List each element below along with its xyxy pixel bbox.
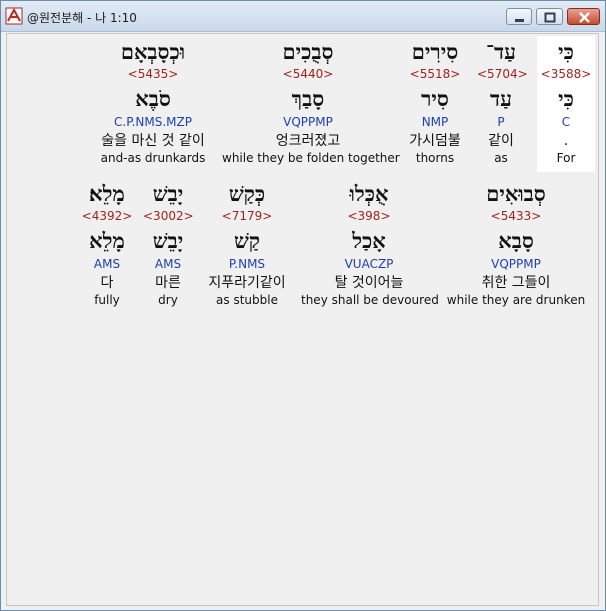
lemma: סָבַךְ (291, 86, 325, 111)
strong-number[interactable]: <5518> (400, 67, 470, 81)
english-gloss: while they be folden together (222, 151, 400, 165)
english-gloss: fully (94, 293, 120, 307)
korean-gloss: 마른 (155, 275, 181, 291)
morphology: NMP (421, 115, 449, 129)
word-male[interactable]: מָלֵא׃ <4392> מָלֵא AMS 다 fully (79, 176, 135, 312)
korean-gloss: 술을 마신 것 같이 (101, 133, 205, 149)
lemma: יָבֵשׁ (152, 228, 184, 253)
lemma: כִּי (558, 86, 574, 111)
english-gloss: as stubble (216, 293, 278, 307)
word-ad[interactable]: עַד־ <5704> עַד P 같이 as (477, 34, 528, 170)
korean-gloss: . (563, 133, 569, 149)
english-gloss: For (556, 151, 576, 165)
hebrew-word: סְבֻכִים (282, 39, 334, 64)
english-gloss: they shall be devoured (301, 293, 439, 307)
korean-gloss: 취한 그들이 (481, 275, 551, 291)
strong-number[interactable]: <3588> (537, 67, 595, 81)
morphology: C (561, 115, 571, 129)
english-gloss: dry (158, 293, 178, 307)
morphology: AMS (154, 257, 182, 271)
strong-number[interactable]: <5440> (222, 67, 394, 81)
morphology: VQPPMP (491, 257, 541, 271)
maximize-button[interactable] (536, 8, 563, 25)
word-ukkelu[interactable]: אֻכְּלוּ <398> אָכַל VUACZP 탈 것이어늘 they … (301, 176, 439, 312)
word-kiy[interactable]: כִּי <3588> כִּי C . For (537, 34, 595, 170)
close-icon (579, 12, 590, 23)
korean-gloss: 같이 (488, 133, 514, 149)
word-sirim[interactable]: סִירִים <5518> סִיר NMP 가시덤불 thorns (400, 34, 470, 170)
hebrew-word: סִירִים (411, 39, 459, 64)
title-bar[interactable]: @원전분해 - 나 1:10 (1, 1, 605, 32)
hebrew-word: יָבֵשׁ (152, 181, 184, 206)
english-gloss: as (494, 151, 508, 165)
hebrew-word: מָלֵא׃ (89, 181, 125, 206)
hebrew-word: כִּי (558, 39, 574, 64)
close-button[interactable] (567, 8, 600, 25)
lemma: אָכַל (352, 228, 386, 253)
morphology: VQPPMP (283, 115, 333, 129)
morphology: P.NMS (228, 257, 266, 271)
english-gloss: while they are drunken (446, 293, 586, 307)
word-keqash[interactable]: כְּקַשׁ <7179> קַשׁ P.NMS 지푸라기같이 as stub… (199, 176, 295, 312)
korean-gloss: 가시덤불 (409, 133, 461, 149)
word-sevuim[interactable]: סְבוּאִים <5433> סָבָא VQPPMP 취한 그들이 whi… (443, 176, 589, 312)
lemma: מָלֵא (89, 228, 125, 253)
app-icon (5, 7, 23, 25)
strong-number[interactable]: <7179> (199, 209, 295, 223)
strong-number[interactable]: <5435> (90, 67, 216, 81)
minimize-button[interactable] (506, 8, 532, 25)
lemma: עַד (490, 86, 512, 111)
word-yavesh[interactable]: יָבֵשׁ <3002> יָבֵשׁ AMS 마른 dry (143, 176, 194, 312)
analysis-panel: כִּי <3588> כִּי C . For עַד־ <5704> עַד… (6, 33, 599, 606)
hebrew-word: עַד־ (485, 39, 517, 64)
lemma: סֹבֶא (135, 86, 171, 111)
korean-gloss: 지푸라기같이 (208, 275, 286, 291)
maximize-icon (544, 12, 556, 23)
morphology: VUACZP (344, 257, 394, 271)
english-gloss: and-as drunkards (100, 151, 206, 165)
minimize-icon (515, 19, 524, 22)
korean-gloss: 탈 것이어늘 (334, 275, 404, 291)
lemma: קַשׁ (233, 228, 261, 253)
english-gloss: thorns (415, 151, 455, 165)
lemma: סָבָא (498, 228, 534, 253)
morphology: C.P.NMS.MZP (114, 115, 192, 129)
korean-gloss: 다 (100, 275, 114, 291)
strong-number[interactable]: <5433> (443, 209, 589, 223)
hebrew-word: סְבוּאִים (486, 181, 546, 206)
strong-number[interactable]: <398> (301, 209, 437, 223)
morphology: P (497, 115, 505, 129)
hebrew-word: אֻכְּלוּ (349, 181, 389, 206)
hebrew-word: וּכְסָבְאָם (120, 39, 186, 64)
strong-number[interactable]: <4392> (79, 209, 135, 223)
korean-gloss: 엉크러졌고 (275, 133, 341, 149)
morphology: AMS (93, 257, 121, 271)
strong-number[interactable]: <3002> (143, 209, 194, 223)
word-ukhsovam[interactable]: וּכְסָבְאָם <5435> סֹבֶא C.P.NMS.MZP 술을 … (90, 34, 216, 170)
strong-number[interactable]: <5704> (477, 67, 528, 81)
app-window: @원전분해 - 나 1:10 כִּי <3588> כִּי C . For … (0, 0, 606, 611)
lemma: סִיר (421, 86, 449, 111)
word-sevukhim[interactable]: סְבֻכִים <5440> סָבַךְ VQPPMP 엉크러졌고 whil… (222, 34, 400, 170)
hebrew-word: כְּקַשׁ (228, 181, 266, 206)
window-title: @원전분해 - 나 1:10 (27, 11, 137, 25)
